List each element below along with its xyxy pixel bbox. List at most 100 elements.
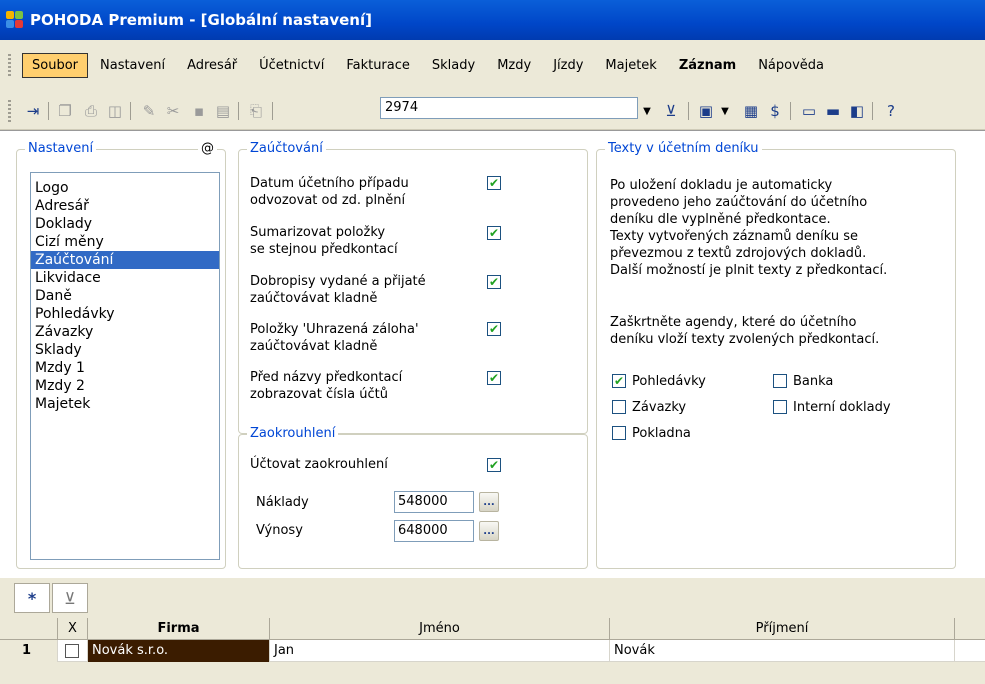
paste-icon[interactable]: ⎗ [245, 100, 267, 122]
row-number: 1 [0, 640, 58, 662]
list-item-pohledavky[interactable]: Pohledávky [31, 305, 219, 323]
print-preview-icon[interactable]: ◫ [104, 100, 126, 122]
option-uhrazena-checkbox[interactable]: ✔ [487, 322, 501, 336]
grid-header: X Firma Jméno Příjmení [0, 618, 985, 640]
exit-icon[interactable]: ⇥ [22, 100, 44, 122]
tab-filter[interactable]: ⊻ [52, 583, 88, 613]
grid-header-x[interactable]: X [58, 618, 88, 640]
vynosy-lookup-button[interactable]: ... [479, 521, 499, 541]
texty-description: Po uložení dokladu je automaticky proved… [610, 178, 888, 278]
toolbar-grip-handle[interactable] [8, 100, 11, 122]
record-number-input[interactable]: 2974 [380, 97, 638, 119]
menu-napoveda[interactable]: Nápověda [748, 53, 834, 78]
naklady-input[interactable]: 548000 [394, 491, 474, 513]
naklady-label: Náklady [256, 495, 309, 510]
grid-header-firma[interactable]: Firma [88, 618, 270, 640]
agenda-pokladna-label: Pokladna [632, 426, 691, 441]
option-sumarizovat-label: Sumarizovat položky se stejnou předkontac… [250, 225, 398, 257]
calendar-dropdown-icon[interactable]: ▼ [718, 100, 732, 122]
filter-icon[interactable]: ⊻ [660, 100, 682, 122]
option-sumarizovat-checkbox[interactable]: ✔ [487, 226, 501, 240]
grid-header-rownum [0, 618, 58, 640]
vynosy-input[interactable]: 648000 [394, 520, 474, 542]
zaokrouhleni-group-title: Zaokrouhlení [247, 426, 339, 442]
option-dobropisy-checkbox[interactable]: ✔ [487, 275, 501, 289]
agenda-banka-label: Banka [793, 374, 834, 389]
print-icon[interactable]: ⎙ [80, 100, 102, 122]
row-checkbox[interactable] [65, 644, 79, 658]
menu-ucetnictvi[interactable]: Účetnictví [249, 53, 334, 78]
row-firma[interactable]: Novák s.r.o. [88, 640, 270, 662]
settings-group-title: Nastavení [25, 141, 97, 157]
window-icon[interactable]: ◧ [846, 100, 868, 122]
settings-list[interactable]: Logo Adresář Doklady Cizí měny Zaúčtován… [30, 172, 220, 560]
new-record-icon[interactable]: ✎ [138, 100, 160, 122]
help-icon[interactable]: ? [880, 100, 902, 122]
menu-majetek[interactable]: Majetek [595, 53, 666, 78]
row-jmeno[interactable]: Jan [270, 640, 610, 662]
menu-row: Soubor Nastavení Adresář Účetnictví Fakt… [0, 50, 836, 80]
record-dropdown-icon[interactable]: ▼ [640, 100, 654, 122]
save-icon[interactable]: ▪ [188, 100, 210, 122]
list-item-sklady[interactable]: Sklady [31, 341, 219, 359]
list-item-mzdy-2[interactable]: Mzdy 2 [31, 377, 219, 395]
currency-icon[interactable]: $ [764, 100, 786, 122]
list-item-majetek[interactable]: Majetek [31, 395, 219, 413]
calculator-icon[interactable]: ▦ [740, 100, 762, 122]
menu-fakturace[interactable]: Fakturace [336, 53, 420, 78]
table-row[interactable]: 1 Novák s.r.o. Jan Novák [0, 640, 985, 662]
texty-instruction: Zaškrtněte agendy, které do účetního den… [610, 315, 880, 347]
list-item-cizi-meny[interactable]: Cizí měny [31, 233, 219, 251]
option-dobropisy-label: Dobropisy vydané a přijaté zaúčtovávat kl… [250, 274, 426, 306]
grid-header-jmeno[interactable]: Jméno [270, 618, 610, 640]
form-icon[interactable]: ▬ [822, 100, 844, 122]
delete-icon[interactable]: ✂ [162, 100, 184, 122]
list-item-mzdy-1[interactable]: Mzdy 1 [31, 359, 219, 377]
menu-nastaveni[interactable]: Nastavení [90, 53, 175, 78]
uctovat-zaokrouhleni-checkbox[interactable]: ✔ [487, 458, 501, 472]
option-datum-checkbox[interactable]: ✔ [487, 176, 501, 190]
list-item-likvidace[interactable]: Likvidace [31, 269, 219, 287]
list-item-logo[interactable]: Logo [31, 179, 219, 197]
agenda-pohledavky-checkbox[interactable]: ✔ [612, 374, 626, 388]
option-predkontace-checkbox[interactable]: ✔ [487, 371, 501, 385]
save-as-icon[interactable]: ▤ [212, 100, 234, 122]
row-prijmeni[interactable]: Novák [610, 640, 955, 662]
vynosy-label: Výnosy [256, 523, 303, 538]
agenda-zavazky-checkbox[interactable] [612, 400, 626, 414]
menu-sklady[interactable]: Sklady [422, 53, 485, 78]
agenda-pokladna-checkbox[interactable] [612, 426, 626, 440]
app-icon [6, 11, 24, 29]
list-item-dane[interactable]: Daně [31, 287, 219, 305]
menu-bar: Soubor Nastavení Adresář Účetnictví Fakt… [0, 40, 985, 92]
title-bar: POHODA Premium - [Globální nastavení] [0, 0, 985, 40]
row-checkbox-cell[interactable] [58, 640, 88, 662]
copy-icon[interactable]: ❐ [54, 100, 76, 122]
option-datum-label: Datum účetního případu odvozovat od zd. p… [250, 176, 409, 208]
list-item-zavazky[interactable]: Závazky [31, 323, 219, 341]
agenda-interni-doklady-label: Interní doklady [793, 400, 891, 415]
tab-all-records[interactable]: * [14, 583, 50, 613]
menu-mzdy[interactable]: Mzdy [487, 53, 541, 78]
record-grid: * ⊻ X Firma Jméno Příjmení [0, 578, 985, 684]
note-icon[interactable]: ▭ [798, 100, 820, 122]
uctovat-zaokrouhleni-label: Účtovat zaokrouhlení [250, 457, 388, 472]
grid-header-prijmeni[interactable]: Příjmení [610, 618, 955, 640]
zauctovani-group-title: Zaúčtování [247, 141, 326, 157]
menu-soubor[interactable]: Soubor [22, 52, 88, 78]
menu-adresar[interactable]: Adresář [177, 53, 247, 78]
option-uhrazena-label: Položky 'Uhrazená záloha' zaúčtovávat kla… [250, 322, 419, 354]
menu-zaznam[interactable]: Záznam [669, 53, 746, 78]
agenda-pohledavky-label: Pohledávky [632, 374, 706, 389]
menu-jizdy[interactable]: Jízdy [543, 53, 593, 78]
calendar-icon[interactable]: ▣ [695, 100, 717, 122]
list-item-adresar[interactable]: Adresář [31, 197, 219, 215]
agenda-zavazky-label: Závazky [632, 400, 687, 415]
filter-tab-icon: ⊻ [64, 588, 76, 608]
agenda-banka-checkbox[interactable] [773, 374, 787, 388]
naklady-lookup-button[interactable]: ... [479, 492, 499, 512]
window-title: POHODA Premium - [Globální nastavení] [30, 11, 372, 29]
list-item-zauctovani[interactable]: Zaúčtování [31, 251, 219, 269]
agenda-interni-doklady-checkbox[interactable] [773, 400, 787, 414]
list-item-doklady[interactable]: Doklady [31, 215, 219, 233]
